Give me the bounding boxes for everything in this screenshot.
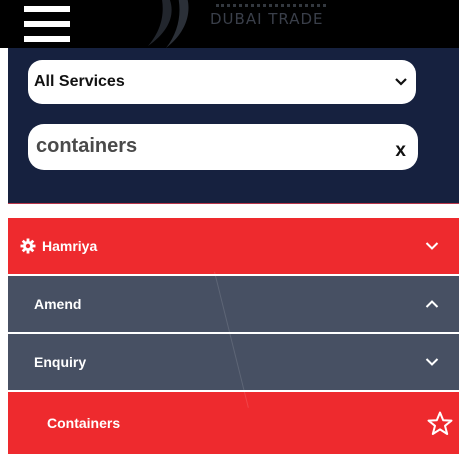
mobile-menu-screen: DUBAI TRADE All Services x [0,0,459,459]
menu-item-label: Enquiry [34,354,87,370]
chevron-down-icon [425,357,439,367]
menu-item-containers[interactable]: Containers [8,392,459,454]
gear-icon [20,238,36,254]
top-header: DUBAI TRADE [0,0,459,48]
chevron-up-icon [425,299,439,309]
logo-emblem-icon [148,0,189,48]
menu-item-label: Hamriya [42,238,98,254]
star-outline-icon[interactable] [427,411,453,436]
service-category-value: All Services [34,73,125,90]
menu-item-amend[interactable]: Amend [8,276,459,334]
search-panel: All Services x [8,48,459,204]
chevron-down-icon [425,241,439,251]
chevron-down-icon [395,78,407,86]
logo-wordmark: DUBAI TRADE [210,10,324,28]
service-category-select[interactable]: All Services [28,60,416,104]
search-box: x [28,124,418,170]
menu-item-enquiry[interactable]: Enquiry [8,334,459,392]
services-menu-list: Hamriya Amend Enquiry Containers [8,218,459,454]
clear-search-button[interactable]: x [395,141,406,160]
search-input[interactable] [36,130,376,162]
menu-item-hamriya[interactable]: Hamriya [8,218,459,276]
logo-arabic-script [216,0,326,7]
menu-item-label-wrap: Hamriya [20,238,97,254]
menu-item-label: Amend [34,296,82,312]
hamburger-menu-icon[interactable] [24,4,72,46]
menu-item-label: Containers [47,415,121,431]
